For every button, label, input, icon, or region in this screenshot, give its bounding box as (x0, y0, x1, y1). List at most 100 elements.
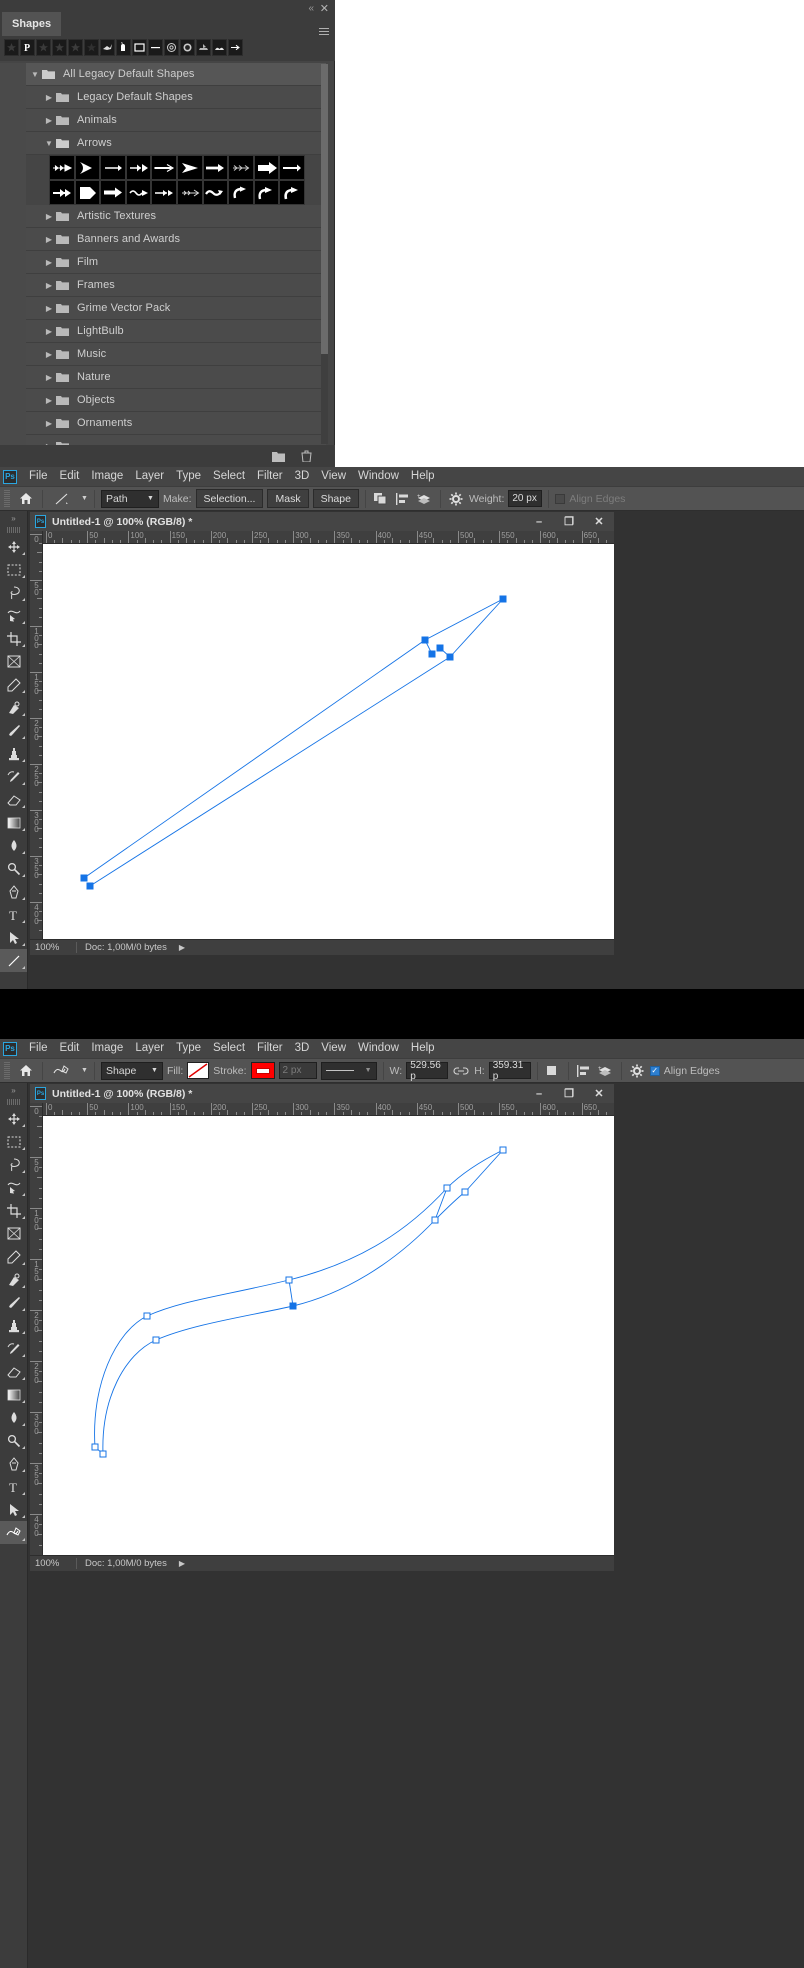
shapes-group-legacy-default-shapes[interactable]: ▶ Legacy Default Shapes (26, 86, 326, 109)
shape-swatch-star-2[interactable] (36, 39, 51, 56)
arrow-shape[interactable] (74, 155, 101, 180)
shapes-group-music[interactable]: ▶ Music (26, 343, 326, 366)
shapes-group-nature[interactable]: ▶ Nature (26, 366, 326, 389)
tool-preset-chevron-icon[interactable]: ▼ (81, 1067, 88, 1074)
close-button[interactable]: ✕ (584, 1084, 614, 1103)
chevron-down-icon[interactable]: ▼ (28, 70, 42, 79)
shape-swatch-boat[interactable] (196, 39, 211, 56)
eyedropper-tool[interactable] (0, 1245, 27, 1268)
height-input[interactable]: 359.31 p (488, 1060, 531, 1082)
blur-tool[interactable] (0, 834, 27, 857)
menu-filter[interactable]: Filter (251, 1039, 289, 1058)
path-operations-icon[interactable] (372, 490, 390, 508)
spot-healing-brush-tool[interactable] (0, 696, 27, 719)
options-bar-grip[interactable] (4, 1062, 10, 1079)
chevron-right-icon[interactable]: ▶ (42, 373, 56, 382)
chevron-right-icon[interactable]: ▶ (42, 419, 56, 428)
tools-panel-collapse-icon[interactable]: » (0, 511, 27, 525)
tool-mode-select[interactable]: Path ▼ (100, 489, 159, 508)
arrow-shape[interactable] (177, 155, 203, 180)
new-folder-icon[interactable] (271, 449, 285, 463)
panel-menu-icon[interactable] (319, 28, 329, 36)
scrollbar-thumb[interactable] (321, 64, 328, 354)
canvas-top[interactable] (43, 544, 614, 939)
arrow-shape[interactable] (177, 180, 203, 205)
path-selection-tool[interactable] (0, 926, 27, 949)
menu-edit[interactable]: Edit (54, 1039, 86, 1058)
crop-tool[interactable] (0, 1199, 27, 1222)
shape-swatch-copyright[interactable] (164, 39, 179, 56)
history-brush-tool[interactable] (0, 765, 27, 788)
shapes-group-arrows[interactable]: ▼ Arrows (26, 132, 326, 155)
menu-3d[interactable]: 3D (289, 467, 316, 486)
vertical-ruler-bottom[interactable]: 050100150200250300350400 (30, 1103, 43, 1559)
statusbar-chevron-icon[interactable]: ▶ (167, 1559, 185, 1568)
arrow-shape[interactable] (253, 155, 280, 180)
link-icon[interactable] (452, 1062, 470, 1080)
frame-tool[interactable] (0, 1222, 27, 1245)
menu-3d[interactable]: 3D (289, 1039, 316, 1058)
clone-stamp-tool[interactable] (0, 742, 27, 765)
make-selection-button[interactable]: Selection... (195, 489, 264, 508)
arrow-shape[interactable] (100, 180, 126, 205)
menu-layer[interactable]: Layer (129, 467, 170, 486)
object-selection-tool[interactable] (0, 604, 27, 627)
shape-swatch-frame[interactable] (132, 39, 147, 56)
path-alignment-icon[interactable] (575, 1062, 593, 1080)
arrow-shape[interactable] (125, 180, 152, 205)
arrow-shape[interactable] (125, 155, 152, 180)
arrow-shape[interactable] (100, 155, 126, 180)
chevron-right-icon[interactable]: ▶ (42, 258, 56, 267)
rectangular-marquee-tool[interactable] (0, 1130, 27, 1153)
type-tool[interactable]: T (0, 1475, 27, 1498)
shapes-group-lightbulb[interactable]: ▶ LightBulb (26, 320, 326, 343)
brush-tool[interactable] (0, 719, 27, 742)
arrow-shape[interactable] (253, 180, 280, 205)
arrow-shape[interactable] (151, 180, 177, 205)
stroke-style-select[interactable]: ▼ (320, 1061, 377, 1080)
arrow-shape[interactable] (74, 180, 101, 205)
stroke-width-input[interactable]: 2 px (278, 1062, 317, 1079)
eraser-tool[interactable] (0, 1360, 27, 1383)
menu-file[interactable]: File (23, 1039, 54, 1058)
chevron-right-icon[interactable]: ▶ (42, 212, 56, 221)
home-icon[interactable] (16, 489, 36, 509)
gradient-tool[interactable] (0, 1383, 27, 1406)
menu-file[interactable]: File (23, 467, 54, 486)
statusbar-chevron-icon[interactable]: ▶ (167, 943, 185, 952)
history-brush-tool[interactable] (0, 1337, 27, 1360)
chevron-right-icon[interactable]: ▶ (42, 350, 56, 359)
menu-type[interactable]: Type (170, 467, 207, 486)
menu-select[interactable]: Select (207, 1039, 251, 1058)
shapes-group-grime-vector-pack[interactable]: ▶ Grime Vector Pack (26, 297, 326, 320)
clone-stamp-tool[interactable] (0, 1314, 27, 1337)
path-alignment-icon[interactable] (394, 490, 412, 508)
crop-tool[interactable] (0, 627, 27, 650)
shape-swatch-star-4[interactable] (68, 39, 83, 56)
chevron-right-icon[interactable]: ▶ (42, 304, 56, 313)
gradient-tool[interactable] (0, 811, 27, 834)
arrow-shape[interactable] (279, 180, 305, 205)
dodge-tool[interactable] (0, 1429, 27, 1452)
menu-help[interactable]: Help (405, 467, 441, 486)
minimize-button[interactable]: – (524, 1084, 554, 1103)
pen-tool[interactable] (0, 880, 27, 903)
arrow-shapes-grid[interactable] (49, 155, 305, 205)
canvas-bottom[interactable] (43, 1116, 614, 1555)
arrow-shape[interactable] (228, 155, 254, 180)
shapes-group-banners-and-awards[interactable]: ▶ Banners and Awards (26, 228, 326, 251)
shape-swatch-letter-p[interactable]: P (20, 39, 35, 56)
tool-mode-select[interactable]: Shape ▼ (100, 1061, 163, 1080)
lasso-tool[interactable] (0, 1153, 27, 1176)
chevron-right-icon[interactable]: ▶ (42, 235, 56, 244)
tab-shapes[interactable]: Shapes (2, 12, 62, 36)
dodge-tool[interactable] (0, 857, 27, 880)
menu-select[interactable]: Select (207, 467, 251, 486)
object-selection-tool[interactable] (0, 1176, 27, 1199)
shape-swatch-hills[interactable] (212, 39, 227, 56)
maximize-button[interactable]: ❐ (554, 512, 584, 531)
horizontal-ruler-bottom[interactable]: 0 50 100 150 200 250 300 350 400 450 500 550 600 650 (43, 1103, 614, 1116)
path-arrangement-icon[interactable]: + (597, 1062, 615, 1080)
line-tool-icon[interactable] (49, 489, 75, 509)
shapes-group-objects[interactable]: ▶ Objects (26, 389, 326, 412)
